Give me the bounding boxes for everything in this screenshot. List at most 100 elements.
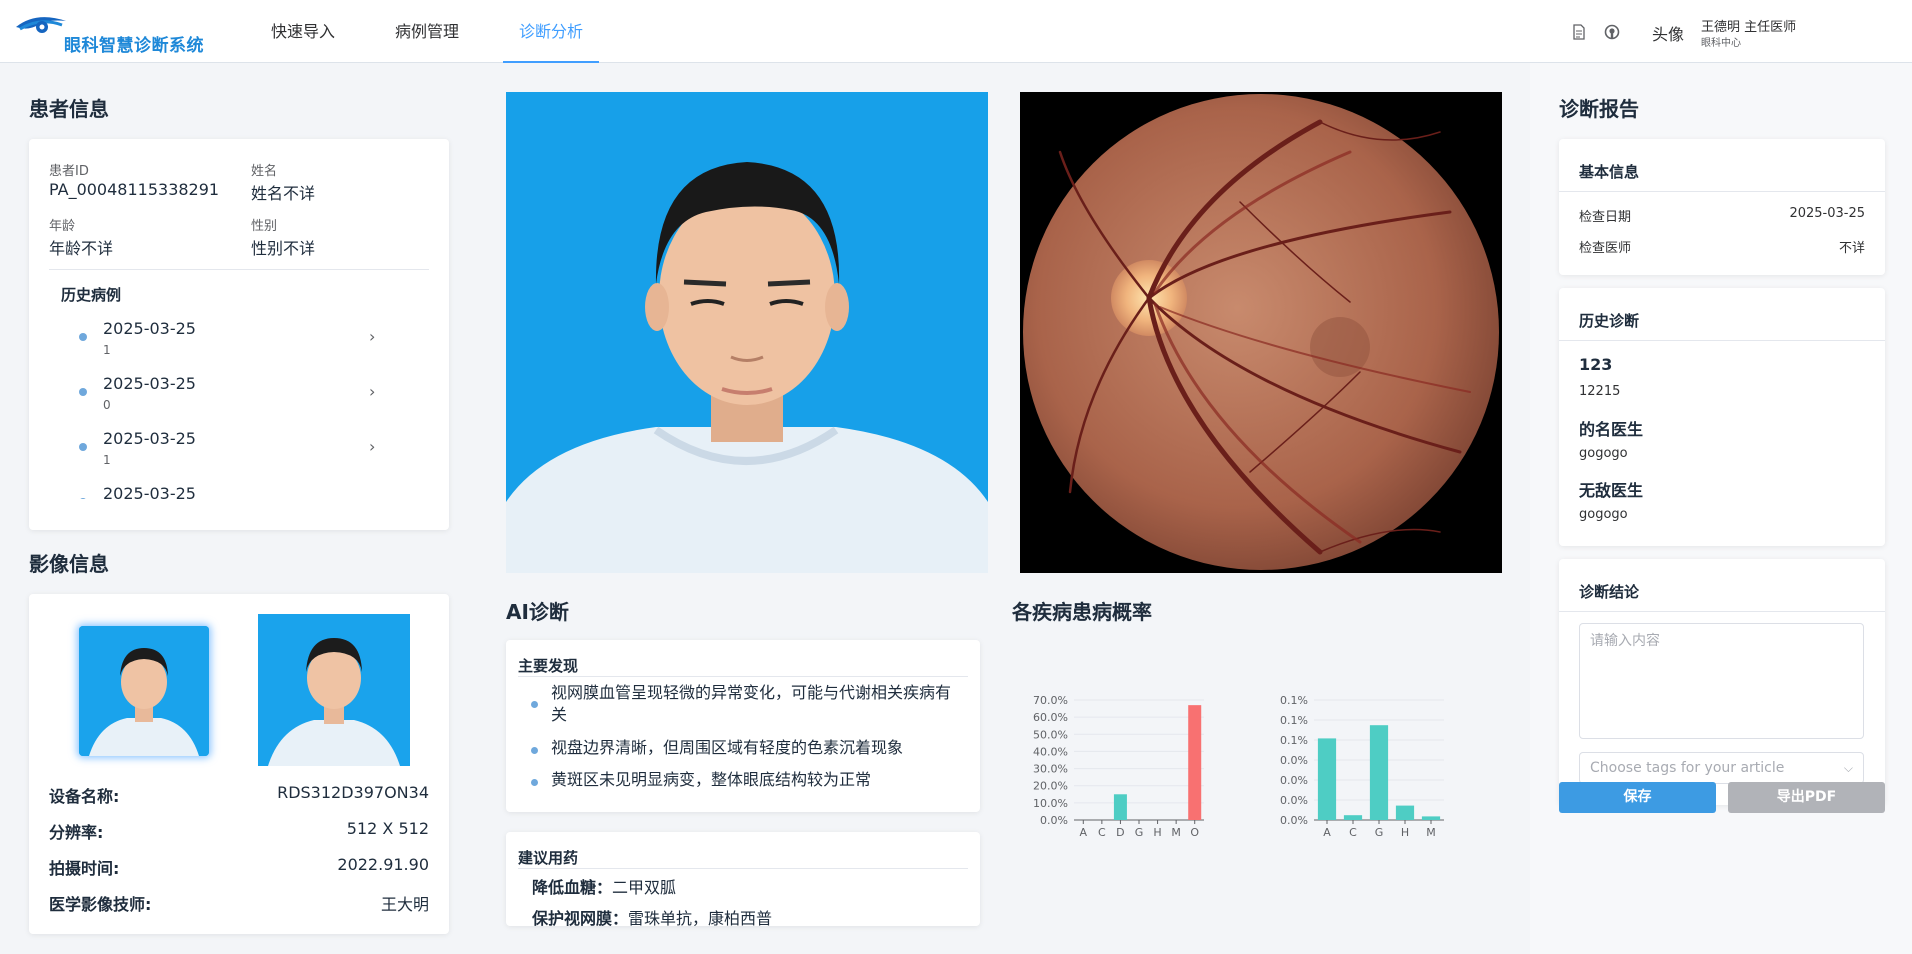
history-diagnosis-entry-sub: gogogo (1579, 446, 1628, 461)
ai-diagnosis-title: AI诊断 (506, 600, 569, 624)
x-tick-label: A (1323, 826, 1331, 839)
x-tick-label: M (1171, 826, 1181, 839)
resolution-value: 512 X 512 (346, 819, 429, 838)
y-tick-label: 0.0% (1280, 794, 1308, 807)
bar[interactable] (1369, 725, 1389, 820)
report-title: 诊断报告 (1559, 97, 1639, 121)
findings-title: 主要发现 (518, 657, 579, 675)
history-case-item[interactable]: 2025-03-25 1 › (29, 419, 389, 474)
y-tick-label: 50.0% (1033, 728, 1068, 741)
y-tick-label: 0.1% (1280, 734, 1308, 747)
chevron-right-icon: › (369, 382, 376, 401)
device-name-value: RDS312D397ON34 (277, 783, 429, 802)
y-tick-label: 0.0% (1040, 814, 1068, 827)
bar[interactable] (1343, 815, 1363, 820)
nav-quick-import[interactable]: 快速导入 (262, 0, 344, 63)
avatar[interactable]: 头像 (1652, 21, 1684, 45)
divider (49, 269, 429, 270)
device-name-label: 设备名称: (49, 787, 120, 806)
nav-case-management[interactable]: 病例管理 (384, 0, 470, 63)
conclusion-textarea[interactable]: 请输入内容 (1579, 623, 1864, 739)
x-tick-label: G (1135, 826, 1144, 839)
image-thumbnail-selected[interactable] (79, 626, 209, 756)
basic-info-card: 基本信息 检查日期 2025-03-25 检查医师 不详 (1559, 139, 1885, 275)
history-case-date: 2025-03-25 (103, 429, 196, 448)
history-case-sub: 0 (103, 398, 111, 412)
medication-row: 降低血糖：二甲双胍 (532, 874, 676, 898)
history-diagnosis-entry-title: 无敌医生 (1579, 481, 1644, 500)
chevron-down-icon: ⌵ (1843, 761, 1853, 775)
app-title: 眼科智慧诊断系统 (64, 36, 204, 56)
tags-select[interactable]: Choose tags for your article ⌵ (1579, 752, 1864, 784)
divider (1559, 611, 1885, 612)
finding-item: 黄斑区未见明显病变，整体眼底结构较为正常 (551, 770, 872, 789)
history-case-date: 2025-03-25 (103, 319, 196, 338)
x-tick-label: D (1116, 826, 1124, 839)
history-cases-title: 历史病例 (61, 286, 122, 304)
exam-doctor-label: 检查医师 (1579, 241, 1632, 256)
divider (1559, 340, 1885, 341)
chevron-right-icon: › (369, 437, 376, 456)
image-thumbnail[interactable] (258, 614, 410, 766)
x-tick-label: O (1190, 826, 1199, 839)
divider (1559, 191, 1885, 192)
bar[interactable] (1113, 794, 1127, 820)
x-tick-label: H (1401, 826, 1409, 839)
history-diagnosis-entry-title: 的名医生 (1579, 420, 1644, 439)
history-case-item[interactable]: 2025-03-25 (29, 474, 389, 499)
retina-fundus-icon (1020, 92, 1502, 573)
patient-name-value: 姓名不详 (251, 184, 316, 203)
y-tick-label: 0.1% (1280, 714, 1308, 727)
export-pdf-button[interactable]: 导出PDF (1728, 782, 1885, 813)
basic-info-title: 基本信息 (1579, 163, 1640, 181)
y-tick-label: 0.0% (1280, 754, 1308, 767)
history-case-date: 2025-03-25 (103, 374, 196, 393)
bar[interactable] (1421, 816, 1441, 820)
user-name: 王德明 主任医师 (1701, 20, 1797, 35)
bar[interactable] (1395, 805, 1415, 820)
probability-chart-2: 0.0% 0.0% 0.0% 0.0% 0.1% 0.1% 0.1% A C G H M (1280, 694, 1444, 839)
bullet-dot-icon (531, 779, 538, 786)
medication-value: 二甲双胍 (612, 878, 677, 897)
x-tick-label: M (1426, 826, 1436, 839)
finding-item: 视网膜血管呈现轻微的异常变化，可能与代谢相关疾病有关 (551, 683, 952, 724)
app-logo[interactable]: 眼科智慧诊断系统 (14, 11, 214, 56)
bar[interactable] (1317, 738, 1337, 820)
nav-diagnosis-analysis[interactable]: 诊断分析 (503, 0, 599, 63)
history-diagnosis-entry-title: 123 (1579, 355, 1613, 374)
patient-info-card: 患者ID PA_00048115338291 姓名 姓名不详 年龄 年龄不详 性… (29, 139, 449, 530)
chevron-right-icon: › (369, 327, 376, 346)
face-photo-thumbnail-icon (258, 614, 410, 766)
history-case-item[interactable]: 2025-03-25 0 › (29, 364, 389, 419)
y-tick-label: 10.0% (1033, 797, 1068, 810)
medication-label: 降低血糖： (532, 878, 613, 897)
bullet-dot-icon (531, 747, 538, 754)
y-tick-label: 60.0% (1033, 711, 1068, 724)
y-tick-label: 70.0% (1033, 694, 1068, 707)
patient-age-value: 年龄不详 (49, 239, 114, 258)
history-case-sub: 1 (103, 343, 111, 357)
ai-medication-card: 建议用药 降低血糖：二甲双胍 保护视网膜：雷珠单抗，康柏西普 (506, 832, 980, 926)
face-photo-thumbnail-icon (79, 626, 209, 756)
github-icon[interactable] (1604, 24, 1620, 40)
divider (518, 868, 968, 869)
medication-title: 建议用药 (518, 849, 579, 867)
history-case-list[interactable]: 2025-03-25 1 › 2025-03-25 0 › 2025-03-25… (29, 309, 449, 499)
bar[interactable] (1188, 705, 1202, 820)
bullet-dot-icon (79, 333, 87, 341)
conclusion-title: 诊断结论 (1579, 583, 1640, 601)
save-button[interactable]: 保存 (1559, 782, 1716, 813)
history-case-date: 2025-03-25 (103, 484, 196, 499)
bullet-dot-icon (79, 498, 87, 499)
medication-label: 保护视网膜： (532, 909, 629, 926)
finding-item: 视盘边界清晰，但周围区域有轻度的色素沉着现象 (551, 738, 904, 757)
y-tick-label: 0.0% (1280, 774, 1308, 787)
patient-age-label: 年龄 (49, 219, 76, 234)
document-icon[interactable] (1572, 24, 1588, 40)
y-tick-label: 20.0% (1033, 780, 1068, 793)
history-case-item[interactable]: 2025-03-25 1 › (29, 309, 389, 364)
exam-date-value: 2025-03-25 (1789, 206, 1865, 221)
history-diagnosis-entry-sub: gogogo (1579, 507, 1628, 522)
patient-id-value: PA_00048115338291 (49, 180, 220, 199)
ai-findings-card: 主要发现 视网膜血管呈现轻微的异常变化，可能与代谢相关疾病有关 视盘边界清晰，但… (506, 640, 980, 812)
